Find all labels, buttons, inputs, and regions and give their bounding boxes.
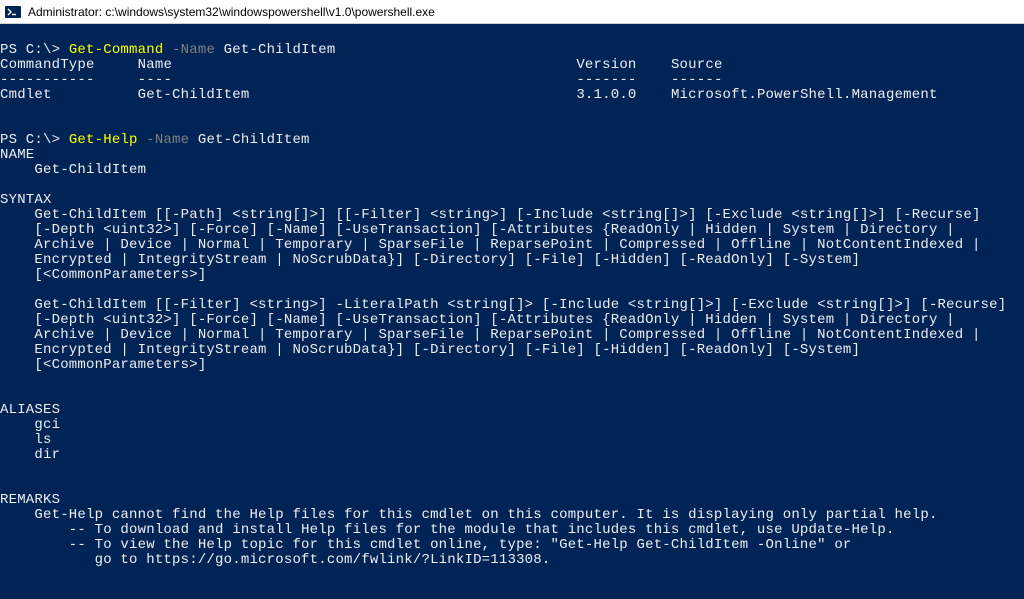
help-remark-l1: Get-Help cannot find the Help files for … [0,507,938,523]
table-header-source: Source [671,57,723,73]
table-sep-version: ------- [576,72,636,88]
help-name-label: NAME [0,147,34,163]
help-syntax-label: SYNTAX [0,192,52,208]
help-syntax1-l1: Get-ChildItem [[-Path] <string[]>] [[-Fi… [0,207,981,223]
arg-getchilditem: Get-ChildItem [224,42,336,58]
window-title: Administrator: c:\windows\system32\windo… [28,5,1024,19]
table-header-version: Version [576,57,636,73]
help-syntax2-l3: Archive | Device | Normal | Temporary | … [0,327,981,343]
table-row-version: 3.1.0.0 [576,87,636,103]
help-syntax2-l2: [-Depth <uint32>] [-Force] [-Name] [-Use… [0,312,955,328]
table-sep-name: ---- [138,72,172,88]
cmdlet-getcommand: Get-Command [69,42,164,58]
titlebar[interactable]: Administrator: c:\windows\system32\windo… [0,0,1024,24]
table-header-commandtype: CommandType [0,57,95,73]
help-syntax1-l4: Encrypted | IntegrityStream | NoScrubDat… [0,252,860,268]
param-name: -Name [138,132,198,148]
help-alias-dir: dir [0,447,60,463]
help-syntax2-l4: Encrypted | IntegrityStream | NoScrubDat… [0,342,860,358]
table-sep-source: ------ [671,72,723,88]
powershell-window: Administrator: c:\windows\system32\windo… [0,0,1024,599]
table-header-name: Name [138,57,172,73]
help-name-value: Get-ChildItem [0,162,146,178]
table-row-source: Microsoft.PowerShell.Management [671,87,938,103]
help-syntax1-l5: [<CommonParameters>] [0,267,206,283]
help-alias-ls: ls [0,432,52,448]
powershell-icon [4,3,22,21]
param-name: -Name [163,42,223,58]
help-remark-l3: -- To view the Help topic for this cmdle… [0,537,852,553]
help-alias-gci: gci [0,417,60,433]
table-sep-commandtype: ----------- [0,72,95,88]
help-aliases-label: ALIASES [0,402,60,418]
terminal-output[interactable]: PS C:\> Get-Command -Name Get-ChildItem … [0,24,1024,599]
help-syntax1-l2: [-Depth <uint32>] [-Force] [-Name] [-Use… [0,222,955,238]
arg-getchilditem: Get-ChildItem [198,132,310,148]
help-remark-l2: -- To download and install Help files fo… [0,522,895,538]
help-syntax2-l1: Get-ChildItem [[-Filter] <string>] -Lite… [0,297,1006,313]
prompt: PS C:\> [0,132,69,148]
help-remarks-label: REMARKS [0,492,60,508]
prompt: PS C:\> [0,42,69,58]
help-remark-l4: go to https://go.microsoft.com/fwlink/?L… [0,552,551,568]
help-syntax1-l3: Archive | Device | Normal | Temporary | … [0,237,981,253]
cmdlet-gethelp: Get-Help [69,132,138,148]
table-row-name: Get-ChildItem [138,87,250,103]
help-syntax2-l5: [<CommonParameters>] [0,357,206,373]
table-row-commandtype: Cmdlet [0,87,52,103]
